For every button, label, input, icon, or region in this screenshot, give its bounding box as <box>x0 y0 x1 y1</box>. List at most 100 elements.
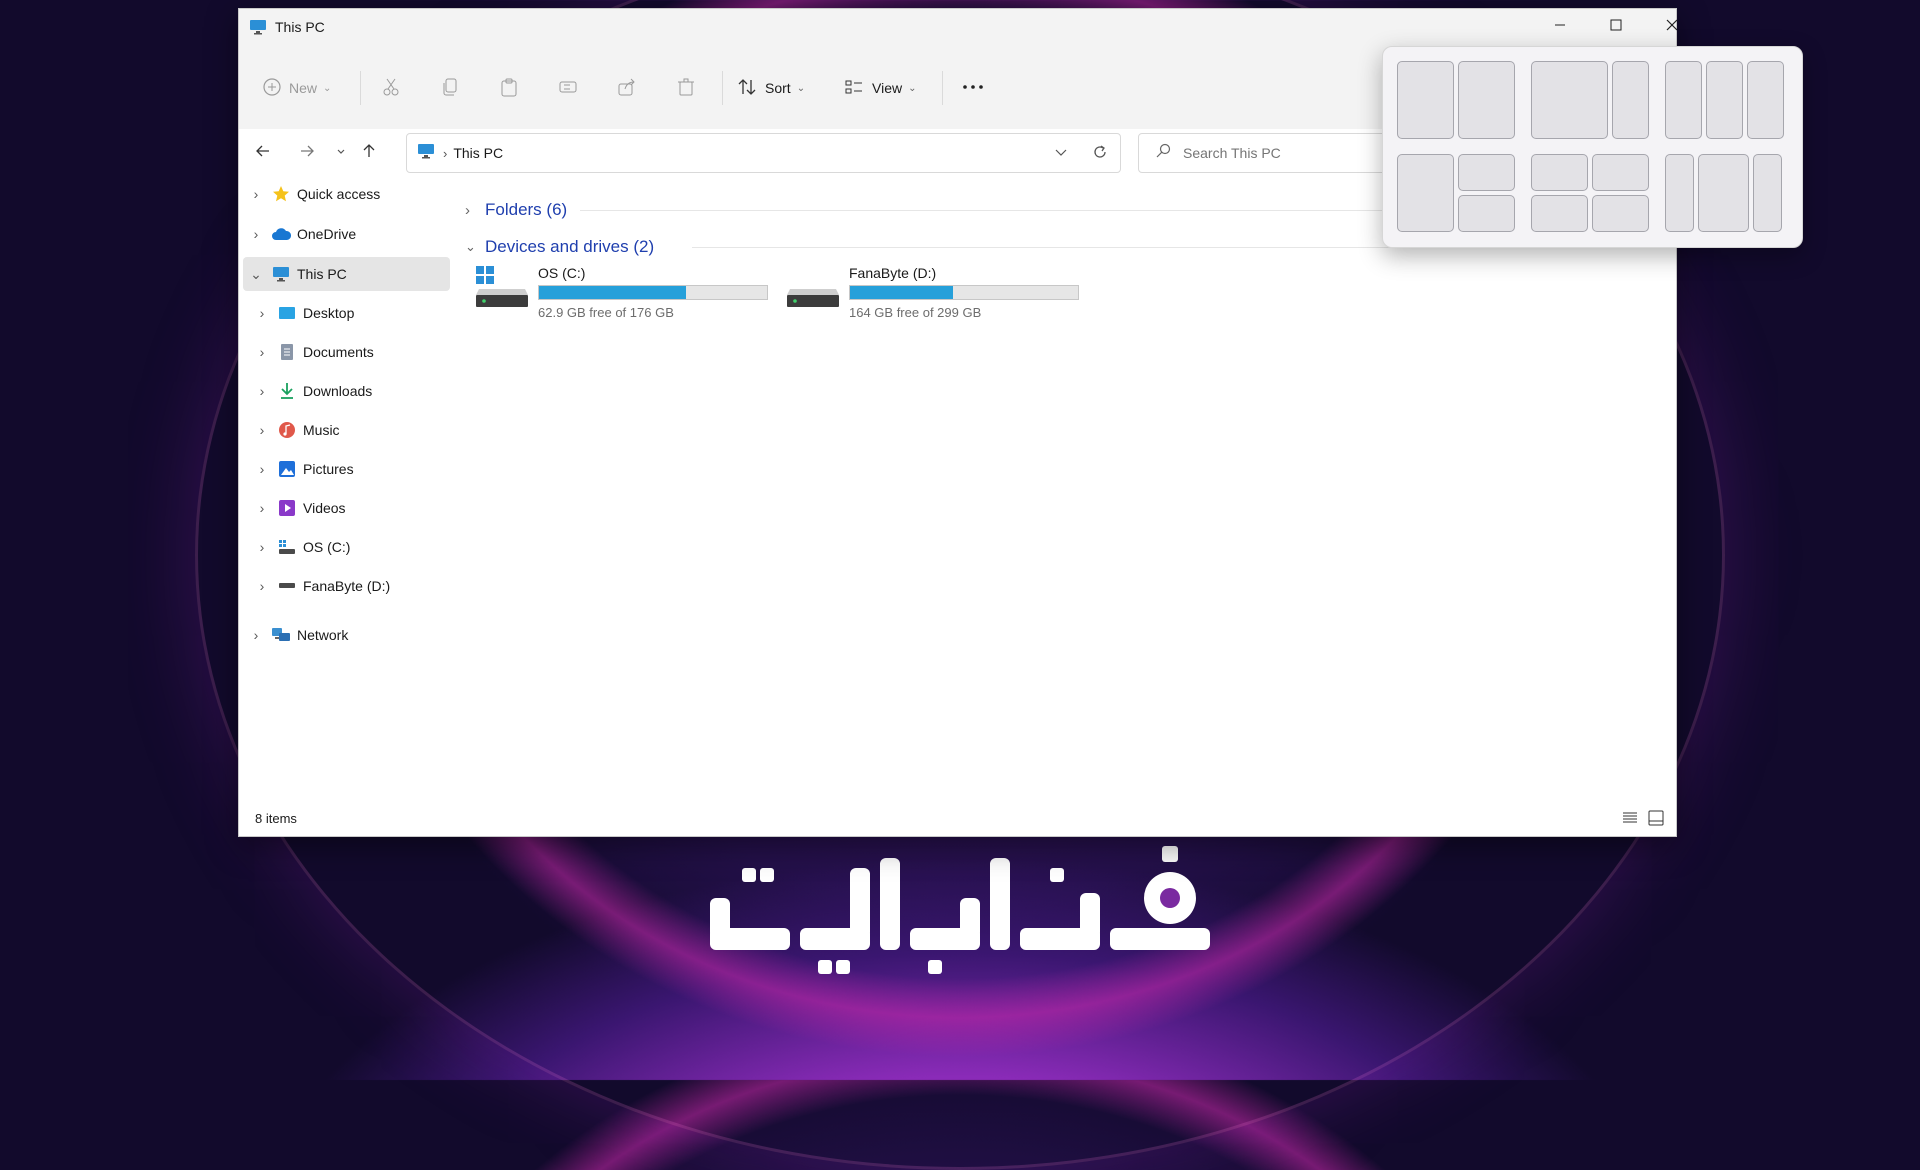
sort-button[interactable]: Sort ⌄ <box>737 73 805 103</box>
snap-zone[interactable] <box>1397 61 1454 139</box>
snap-zone[interactable] <box>1458 195 1515 232</box>
drive-usage-fill <box>850 286 954 299</box>
sidebar-item-onedrive[interactable]: › OneDrive <box>243 217 450 251</box>
network-icon <box>271 625 291 645</box>
this-pc-icon <box>249 19 267 35</box>
title-bar[interactable]: This PC <box>239 9 1678 45</box>
snap-zone[interactable] <box>1458 61 1515 139</box>
rename-button[interactable] <box>558 73 578 103</box>
group-header-folders[interactable]: › Folders (6) <box>465 197 567 223</box>
snap-zone[interactable] <box>1698 154 1749 232</box>
delete-button[interactable] <box>676 73 696 103</box>
close-button[interactable] <box>1644 9 1700 45</box>
paste-icon <box>499 77 519 100</box>
snap-zone[interactable] <box>1665 154 1694 232</box>
share-button[interactable] <box>617 73 637 103</box>
more-options-button[interactable] <box>961 73 985 103</box>
sidebar-item-documents[interactable]: › Documents <box>253 335 450 369</box>
refresh-icon[interactable] <box>1092 144 1108 165</box>
snap-zone[interactable] <box>1397 154 1454 232</box>
view-button[interactable]: View ⌄ <box>844 73 916 103</box>
snap-layout-three-columns <box>1665 61 1784 139</box>
window-title: This PC <box>275 19 325 35</box>
chevron-right-icon[interactable]: › <box>253 538 271 556</box>
group-title: Devices and drives (2) <box>485 237 655 256</box>
sidebar-item-pictures[interactable]: › Pictures <box>253 452 450 486</box>
snap-zone[interactable] <box>1531 154 1588 191</box>
chevron-right-icon[interactable]: › <box>247 185 265 203</box>
paste-button[interactable] <box>499 73 519 103</box>
sidebar-item-music[interactable]: › Music <box>253 413 450 447</box>
snap-zone[interactable] <box>1531 61 1608 139</box>
details-view-icon[interactable] <box>1622 811 1638 830</box>
group-header-devices[interactable]: ⌄ Devices and drives (2) <box>465 234 654 260</box>
cloud-icon <box>271 224 291 244</box>
sidebar-item-network[interactable]: › Network <box>243 618 450 652</box>
cut-button[interactable] <box>381 73 401 103</box>
chevron-right-icon[interactable]: › <box>253 304 271 322</box>
chevron-right-icon[interactable]: › <box>247 225 265 243</box>
snap-layout-half-two-stacked <box>1397 154 1515 232</box>
chevron-right-icon[interactable]: › <box>253 577 271 595</box>
sidebar-item-downloads[interactable]: › Downloads <box>253 374 450 408</box>
more-icon <box>961 77 985 100</box>
snap-layout-wide-center <box>1665 154 1782 232</box>
close-icon <box>1666 18 1678 36</box>
drive-tile-fanabyte-d[interactable]: FanaByte (D:) 164 GB free of 299 GB <box>786 265 1086 325</box>
brand-logo <box>700 838 1220 988</box>
chevron-right-icon[interactable]: › <box>253 343 271 361</box>
chevron-down-icon: ⌄ <box>323 82 332 94</box>
drive-usage-fill <box>539 286 686 299</box>
snap-zone[interactable] <box>1612 61 1649 139</box>
chevron-right-icon[interactable]: › <box>247 626 265 644</box>
maximize-button[interactable] <box>1588 9 1644 45</box>
drive-usage-bar <box>849 285 1079 300</box>
content-pane: › Folders (6) ⌄ Devices and drives (2) O… <box>455 177 1676 799</box>
arrow-up-icon <box>361 143 377 164</box>
chevron-down-icon: ⌄ <box>908 82 917 94</box>
status-bar: 8 items <box>239 800 1676 836</box>
address-bar[interactable]: › This PC <box>406 133 1121 173</box>
large-icons-view-icon[interactable] <box>1648 810 1664 831</box>
sidebar-item-this-pc[interactable]: ⌄ This PC <box>243 257 450 291</box>
drive-d-icon <box>786 265 842 316</box>
chevron-right-icon[interactable]: › <box>253 499 271 517</box>
snap-layout-two-thirds <box>1531 61 1649 139</box>
snap-zone[interactable] <box>1592 195 1649 232</box>
chevron-down-icon: ⌄ <box>796 82 806 94</box>
sidebar-item-videos[interactable]: › Videos <box>253 491 450 525</box>
sidebar-item-quick-access[interactable]: › Quick access <box>243 177 450 211</box>
snap-zone[interactable] <box>1747 61 1784 139</box>
address-dropdown-icon[interactable] <box>1054 145 1068 164</box>
toolbar-divider <box>722 71 723 105</box>
snap-zone[interactable] <box>1665 61 1702 139</box>
drive-name: OS (C:) <box>538 265 586 281</box>
chevron-right-icon[interactable]: › <box>253 421 271 439</box>
item-count: 8 items <box>255 810 297 826</box>
sidebar-item-desktop[interactable]: › Desktop <box>253 296 450 330</box>
view-icon <box>844 77 864 100</box>
copy-button[interactable] <box>440 73 460 103</box>
chevron-right-icon[interactable]: › <box>253 382 271 400</box>
snap-zone[interactable] <box>1592 154 1649 191</box>
up-button[interactable] <box>355 139 383 167</box>
snap-zone[interactable] <box>1458 154 1515 191</box>
drive-c-icon <box>277 537 297 557</box>
recent-locations-button[interactable] <box>327 139 355 167</box>
back-button[interactable] <box>249 139 277 167</box>
sidebar-item-fanabyte-d[interactable]: › FanaByte (D:) <box>253 569 450 603</box>
minimize-button[interactable] <box>1532 9 1588 45</box>
chevron-right-icon[interactable]: › <box>253 460 271 478</box>
chevron-down-icon[interactable]: ⌄ <box>247 265 265 283</box>
breadcrumb-this-pc[interactable]: This PC <box>453 145 503 161</box>
snap-zone[interactable] <box>1753 154 1782 232</box>
drive-tile-os-c[interactable]: OS (C:) 62.9 GB free of 176 GB <box>475 265 775 325</box>
star-icon <box>271 184 291 204</box>
sidebar-item-label: Documents <box>303 344 374 360</box>
snap-zone[interactable] <box>1531 195 1588 232</box>
download-icon <box>277 381 297 401</box>
new-button[interactable]: New ⌄ <box>263 73 331 103</box>
forward-button[interactable] <box>293 139 321 167</box>
snap-zone[interactable] <box>1706 61 1743 139</box>
sidebar-item-os-c[interactable]: › OS (C:) <box>253 530 450 564</box>
